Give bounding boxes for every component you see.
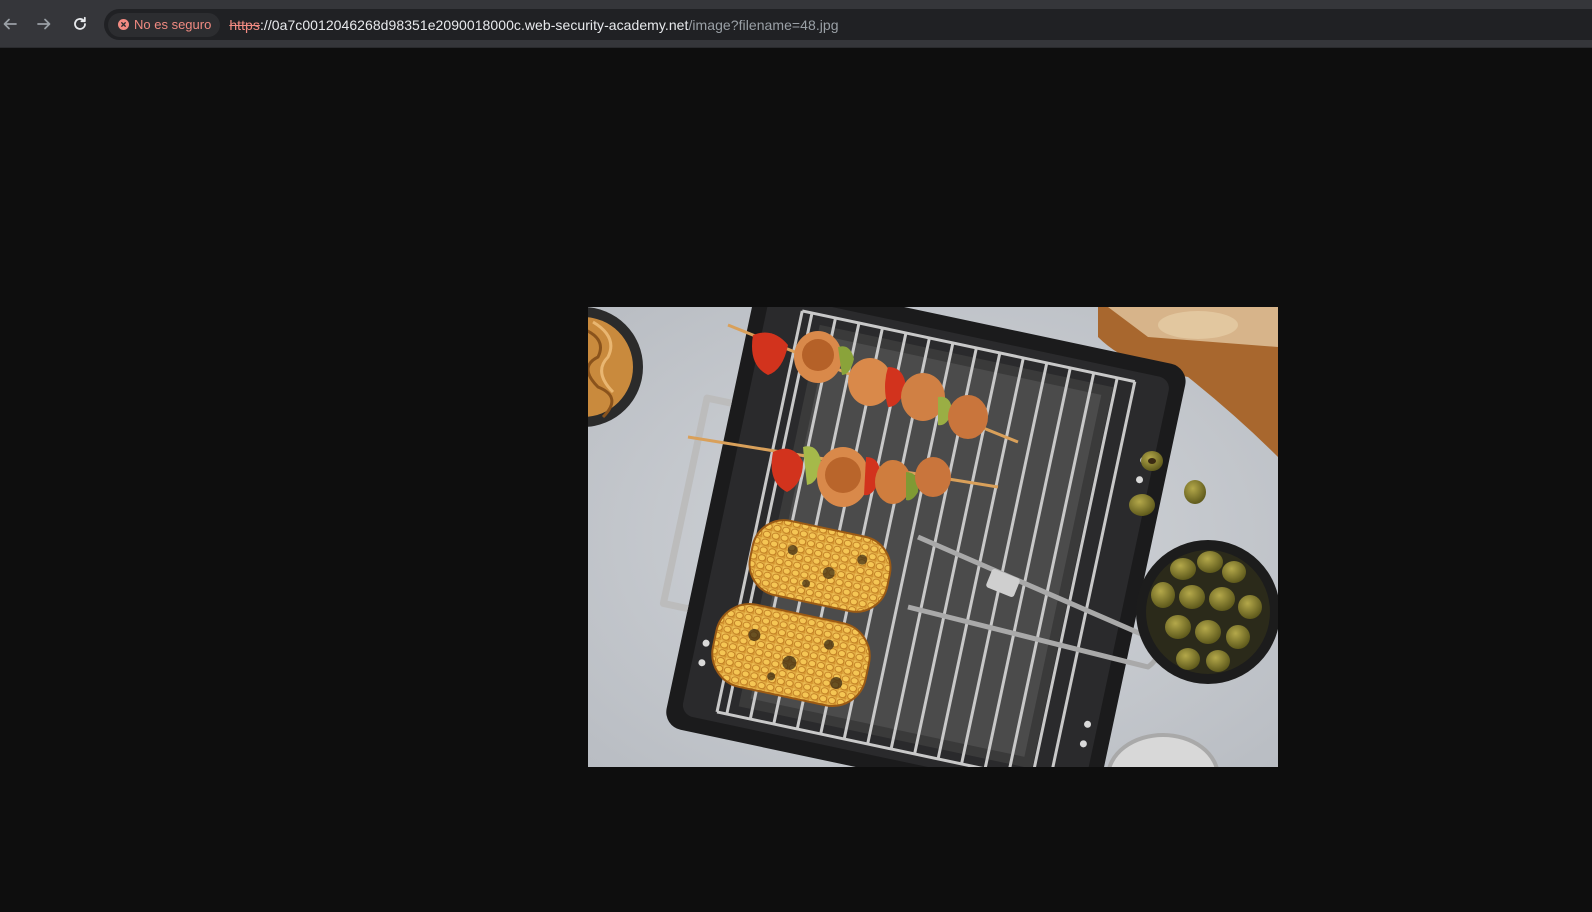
address-bar[interactable]: No es seguro https://0a7c0012046268d9835… [104, 9, 1592, 40]
forward-button[interactable] [30, 10, 58, 38]
page-viewport [0, 48, 1592, 912]
grill-photo[interactable] [588, 307, 1278, 767]
arrow-left-icon [3, 18, 17, 30]
url-host: 0a7c0012046268d98351e2090018000c.web-sec… [271, 16, 689, 33]
reload-button[interactable] [66, 10, 94, 38]
arrow-right-icon [37, 18, 51, 30]
url-path: /image?filename=48.jpg [688, 16, 839, 33]
security-indicator[interactable]: No es seguro [108, 12, 221, 37]
reload-icon [74, 16, 86, 30]
back-button[interactable] [0, 10, 24, 38]
grill-image [588, 307, 1278, 767]
browser-toolbar: No es seguro https://0a7c0012046268d9835… [0, 0, 1592, 48]
url-separator: :// [259, 16, 272, 33]
url-text[interactable]: https://0a7c0012046268d98351e2090018000c… [229, 17, 838, 33]
url-scheme: https [229, 16, 260, 33]
security-label: No es seguro [134, 17, 212, 32]
not-secure-icon [118, 19, 129, 30]
